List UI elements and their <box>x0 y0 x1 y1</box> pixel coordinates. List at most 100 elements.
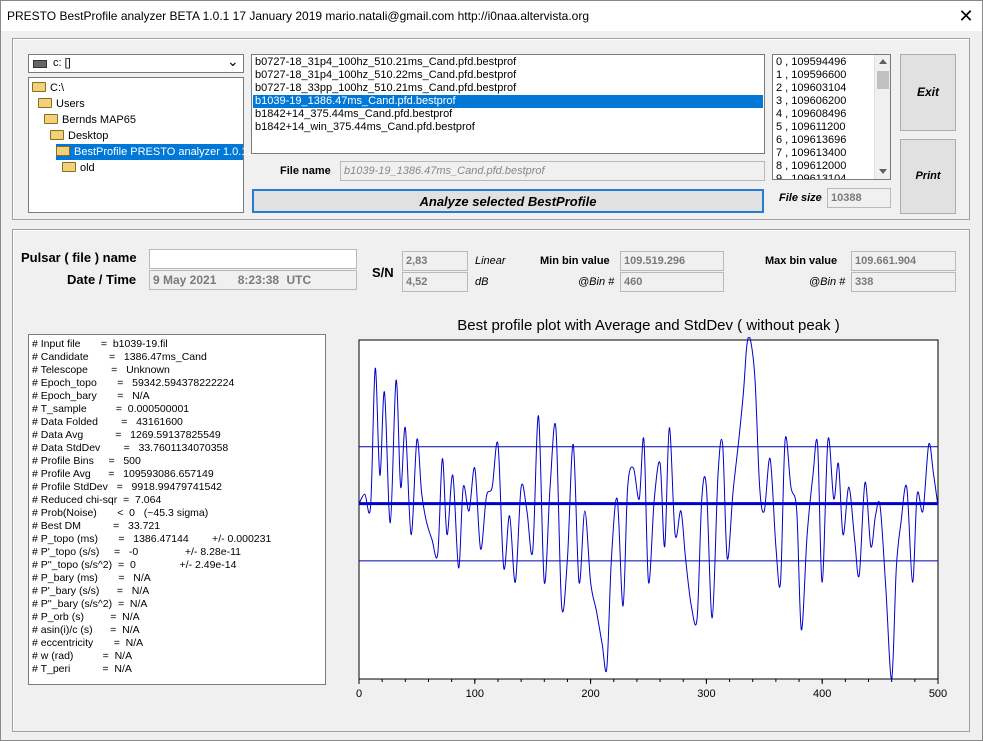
info-line: # Data Avg = 1269.59137825549 <box>32 429 221 441</box>
bin-value-item[interactable]: 9 , 109613104 <box>774 173 873 179</box>
bin-values-items: 0 , 109594496 1 , 109596600 2 , 109603104 3… <box>773 55 874 179</box>
info-line: # P_topo (ms) = 1386.47144 +/- 0.000231 <box>32 533 272 545</box>
min-bin-index: 460 <box>620 272 724 292</box>
info-line: # Best DM = 33.721 <box>32 520 161 532</box>
drive-select[interactable]: c: [] ⌄ <box>28 53 244 73</box>
chevron-down-icon[interactable]: ⌄ <box>227 53 239 70</box>
tree-item[interactable]: Users <box>38 96 85 112</box>
info-line: # Profile Avg = 109593086.657149 <box>32 468 214 480</box>
sn-linear-label: Linear <box>475 255 506 267</box>
sn-linear-field: 2,83 <box>402 251 468 271</box>
window-title: PRESTO BestProfile analyzer BETA 1.0.1 1… <box>7 9 590 23</box>
tree-item-label: Bernds MAP65 <box>62 114 136 126</box>
scroll-thumb[interactable] <box>877 71 889 89</box>
info-line: # Data Folded = 43161600 <box>32 416 183 428</box>
file-list-item[interactable]: b0727-18_33pp_100hz_510.21ms_Cand.pfd.be… <box>253 82 763 95</box>
chart-title: Best profile plot with Average and StdDe… <box>457 317 840 334</box>
file-list-item[interactable]: b0727-18_31p4_100hz_510.22ms_Cand.pfd.be… <box>253 69 763 82</box>
best-profile-chart: 0 100 200 300 400 500 <box>356 337 947 700</box>
timezone: UTC <box>286 273 312 287</box>
max-bin-index-label: @Bin # <box>809 276 846 288</box>
max-bin-index: 338 <box>851 272 956 292</box>
tree-item-label: BestProfile PRESTO analyzer 1.0.1.e <box>74 146 257 158</box>
title-bar[interactable]: PRESTO BestProfile analyzer BETA 1.0.1 1… <box>1 1 982 31</box>
bin-value-item[interactable]: 7 , 109613400 <box>774 147 873 160</box>
pulsar-name-label: Pulsar ( file ) name <box>21 250 137 265</box>
folder-icon <box>50 130 64 140</box>
scroll-down-icon[interactable] <box>879 169 887 174</box>
info-line: # P_orb (s) = N/A <box>32 611 140 623</box>
min-bin-value: 109.519.296 <box>620 251 724 271</box>
datetime-label: Date / Time <box>67 272 137 287</box>
scrollbar[interactable] <box>874 55 890 179</box>
info-line: # Data StdDev = 33.7601134070358 <box>32 442 229 454</box>
bin-value-item[interactable]: 1 , 109596600 <box>774 69 873 82</box>
bin-value-item[interactable]: 4 , 109608496 <box>774 108 873 121</box>
tree-item-label: Desktop <box>68 130 109 142</box>
folder-icon <box>62 162 76 172</box>
min-bin-index-label: @Bin # <box>578 276 615 288</box>
info-line: # P'_topo (s/s) = -0 +/- 8.28e-11 <box>32 546 241 558</box>
bin-value-item[interactable]: 2 , 109603104 <box>774 82 873 95</box>
info-line: # P_bary (ms) = N/A <box>32 572 151 584</box>
x-tick-label: 400 <box>813 688 831 700</box>
directory-tree[interactable]: C:\ Users Bernds MAP65 Desktop BestProfile P… <box>28 77 257 213</box>
info-line: # eccentricity = N/A <box>32 637 144 649</box>
bin-value-item[interactable]: 5 , 109611200 <box>774 121 873 134</box>
file-name-field[interactable]: b1039-19_1386.47ms_Cand.pfd.bestprof <box>340 161 765 181</box>
plot-area <box>358 339 939 680</box>
info-line: # Input file = b1039-19.fil <box>32 338 168 350</box>
file-size-field: 10388 <box>827 188 891 208</box>
drive-icon <box>33 60 47 68</box>
x-tick-label: 500 <box>929 688 947 700</box>
max-bin-value: 109.661.904 <box>851 251 956 271</box>
bestprofile-info-text[interactable]: # Input file = b1039-19.fil # Candidate =… <box>28 334 326 685</box>
print-button[interactable]: Print <box>900 139 956 214</box>
info-line: # Reduced chi-sqr = 7.064 <box>32 494 162 506</box>
info-line: # T_sample = 0.000500001 <box>32 403 190 415</box>
file-list-item[interactable]: b1039-19_1386.47ms_Cand.pfd.bestprof <box>253 95 763 108</box>
file-list[interactable]: b0727-18_31p4_100hz_510.21ms_Cand.pfd.be… <box>251 54 765 154</box>
tree-item-label: Users <box>56 98 85 110</box>
info-line: # P''_bary (s/s^2) = N/A <box>32 598 148 610</box>
exit-button[interactable]: Exit <box>900 54 956 131</box>
file-list-item[interactable]: b1842+14_375.44ms_Cand.pfd.bestprof <box>253 108 763 121</box>
bin-value-item[interactable]: 3 , 109606200 <box>774 95 873 108</box>
close-icon[interactable]: ✕ <box>953 5 979 27</box>
info-line: # P''_topo (s/s^2) = 0 +/- 2.49e-14 <box>32 559 237 571</box>
scroll-up-icon[interactable] <box>879 59 887 64</box>
file-list-item[interactable]: b1842+14_win_375.44ms_Cand.pfd.bestprof <box>253 121 763 134</box>
info-line: # Prob(Noise) < 0 (~45.3 sigma) <box>32 507 209 519</box>
app-window: PRESTO BestProfile analyzer BETA 1.0.1 1… <box>0 0 983 741</box>
file-list-item[interactable]: b0727-18_31p4_100hz_510.21ms_Cand.pfd.be… <box>253 56 763 69</box>
bin-values-list[interactable]: 0 , 109594496 1 , 109596600 2 , 109603104 3… <box>772 54 891 180</box>
tree-item[interactable]: BestProfile PRESTO analyzer 1.0.1.e <box>56 144 257 160</box>
info-line: # asin(i)/c (s) = N/A <box>32 624 140 636</box>
folder-icon <box>38 98 52 108</box>
bin-value-item[interactable]: 6 , 109613696 <box>774 134 873 147</box>
info-line: # Profile Bins = 500 <box>32 455 141 467</box>
x-tick-label: 0 <box>356 688 362 700</box>
tree-item[interactable]: Bernds MAP65 <box>44 112 136 128</box>
tree-item[interactable]: C:\ <box>32 80 64 96</box>
x-tick-label: 300 <box>697 688 715 700</box>
min-bin-label: Min bin value <box>540 255 610 267</box>
analyze-button[interactable]: Analyze selected BestProfile <box>252 189 764 213</box>
x-tick-label: 200 <box>581 688 599 700</box>
file-size-label: File size <box>779 192 822 204</box>
info-line: # T_peri = N/A <box>32 663 132 675</box>
tree-item[interactable]: Desktop <box>50 128 108 144</box>
info-line: # w (rad) = N/A <box>32 650 133 662</box>
pulsar-name-field <box>149 249 357 269</box>
sn-db-label: dB <box>475 276 489 288</box>
tree-item[interactable]: old <box>62 160 95 176</box>
bin-value-item[interactable]: 8 , 109612000 <box>774 160 873 173</box>
info-line: # Candidate = 1386.47ms_Cand <box>32 351 207 363</box>
time-value: 8:23:38 <box>237 273 280 287</box>
drive-select-value: c: [] <box>53 57 71 69</box>
tree-item-label: old <box>80 162 95 174</box>
info-line: # Profile StdDev = 9918.99479741542 <box>32 481 223 493</box>
bin-value-item[interactable]: 0 , 109594496 <box>774 56 873 69</box>
x-tick-label: 100 <box>466 688 484 700</box>
info-line: # Telescope = Unknown <box>32 364 170 376</box>
